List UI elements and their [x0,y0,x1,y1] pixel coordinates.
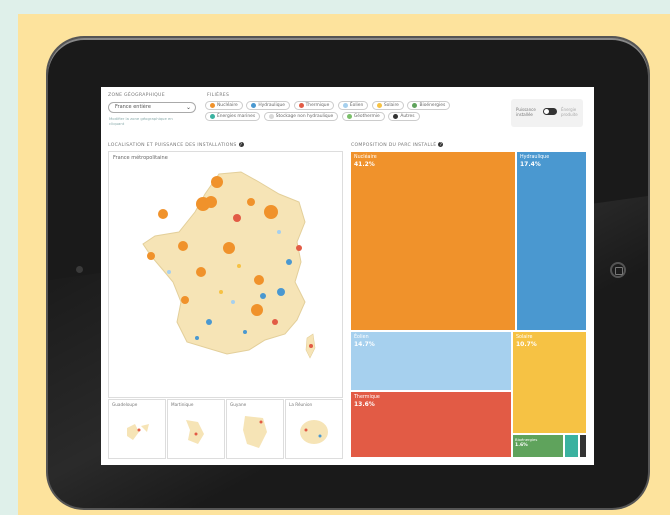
tile-nucleaire[interactable]: Nucléaire 41.2% [350,151,516,331]
guyane-map [243,416,267,448]
overseas-guadeloupe[interactable]: Guadeloupe [108,399,166,459]
chip-autres[interactable]: Autres [388,112,420,121]
guyane-shape [243,416,267,448]
bioenergies-color-icon [412,103,418,108]
overseas-martinique[interactable]: Martinique [167,399,225,459]
treemap-section-title-text: COMPOSITION DU PARC INSTALLÉ [351,143,437,148]
tile-name: Nucléaire [354,155,377,160]
overseas-name: Guadeloupe [112,402,138,407]
tile-autres[interactable] [579,434,587,458]
chip-label: Géothermie [353,114,380,119]
tile-value: 17.4% [520,161,541,168]
chip-solaire[interactable]: Solaire [371,101,404,110]
reunion-shape [300,420,328,444]
sources-label: FILIÈRES [207,93,230,98]
martinique-shape [186,420,204,444]
tile-solaire[interactable]: Solaire 10.7% [512,331,587,434]
chip-energies-marines[interactable]: Énergies marines [205,112,261,121]
tablet-screen: ZONE GÉOGRAPHIQUE France entière ⌄ Modif… [101,87,594,465]
chip-label: Stockage non hydraulique [275,114,334,119]
martinique-map [186,420,204,444]
map-panel[interactable]: France métropolitaine [108,151,343,398]
zone-label: ZONE GÉOGRAPHIQUE [108,93,165,98]
tile-name: Éolien [354,335,369,340]
tile-hydraulique[interactable]: Hydraulique 17.4% [516,151,587,331]
chip-label: Solaire [383,103,399,108]
chip-stockage[interactable]: Stockage non hydraulique [263,112,339,121]
chip-label: Éolien [349,103,364,108]
help-icon[interactable]: ? [438,142,444,147]
camera-icon [76,266,83,273]
thermique-color-icon [298,103,304,108]
metric-switch[interactable] [543,108,557,115]
overseas-name: La Réunion [289,402,313,407]
tile-name: Thermique [354,395,380,400]
tile-name: Hydraulique [520,155,550,160]
overseas-name: Guyane [230,402,247,407]
guadeloupe-shape [127,424,149,440]
tile-value: 41.2% [354,161,375,168]
treemap-section-title: COMPOSITION DU PARC INSTALLÉ? [351,142,444,148]
tile-name: Bioénergies [515,437,538,442]
reunion-map [300,420,328,444]
home-button[interactable] [610,262,626,278]
chip-hydraulique[interactable]: Hydraulique [246,101,291,110]
overseas-reunion[interactable]: La Réunion [285,399,343,459]
chip-nucleaire[interactable]: Nucléaire [205,101,243,110]
guadeloupe-map [127,424,149,440]
eolien-color-icon [342,103,348,108]
help-icon[interactable]: ? [238,142,244,147]
map-section-title: LOCALISATION ET PUISSANCE DES INSTALLATI… [108,142,244,148]
tile-thermique[interactable]: Thermique 13.6% [350,391,512,458]
metric-toggle: Puissance installée Énergie produite [511,99,583,127]
chip-label: Hydraulique [258,103,286,108]
solaire-color-icon [376,103,382,108]
chip-label: Énergies marines [217,114,256,119]
map-section-title-text: LOCALISATION ET PUISSANCE DES INSTALLATI… [108,143,237,148]
chip-geothermie[interactable]: Géothermie [341,112,385,121]
zone-select[interactable]: France entière ⌄ [108,102,196,113]
tile-value: 13.6% [354,401,375,408]
chip-thermique[interactable]: Thermique [293,101,335,110]
energies-marines-color-icon [210,114,215,119]
zone-hint: Modifier la zone géographique en cliquan… [109,116,173,126]
overseas-name: Martinique [171,402,194,407]
tile-value: 14.7% [354,341,375,348]
tile-value: 10.7% [516,341,537,348]
geothermie-color-icon [346,114,352,119]
chip-bioenergies[interactable]: Bioénergies [407,101,451,110]
map-subtitle: France métropolitaine [113,155,168,161]
treemap: Nucléaire 41.2% Hydraulique 17.4% Éolien… [350,151,587,458]
nucleaire-color-icon [210,103,215,108]
hydraulique-color-icon [251,103,257,108]
tile-energies-marines[interactable] [564,434,579,458]
chip-label: Thermique [305,103,330,108]
tile-bioenergies[interactable]: Bioénergies 1.6% [512,434,564,458]
zone-select-value: France entière [115,104,151,110]
chip-eolien[interactable]: Éolien [337,101,369,110]
chip-label: Nucléaire [217,103,238,108]
overseas-guyane[interactable]: Guyane [226,399,284,459]
source-filter-chips: Nucléaire Hydraulique Thermique Éolien S… [205,101,465,123]
toggle-left-label: Puissance installée [516,107,536,117]
tile-value: 1.6% [515,443,528,448]
chip-label: Autres [400,114,415,119]
tile-eolien[interactable]: Éolien 14.7% [350,331,512,391]
france-outline [142,171,306,355]
chip-label: Bioénergies [419,103,446,108]
autres-color-icon [393,114,399,119]
chevron-down-icon: ⌄ [185,104,191,111]
france-map[interactable] [109,152,342,397]
stockage-color-icon [268,114,274,119]
tile-name: Solaire [516,335,533,340]
toggle-right-label: Énergie produite [561,107,578,117]
